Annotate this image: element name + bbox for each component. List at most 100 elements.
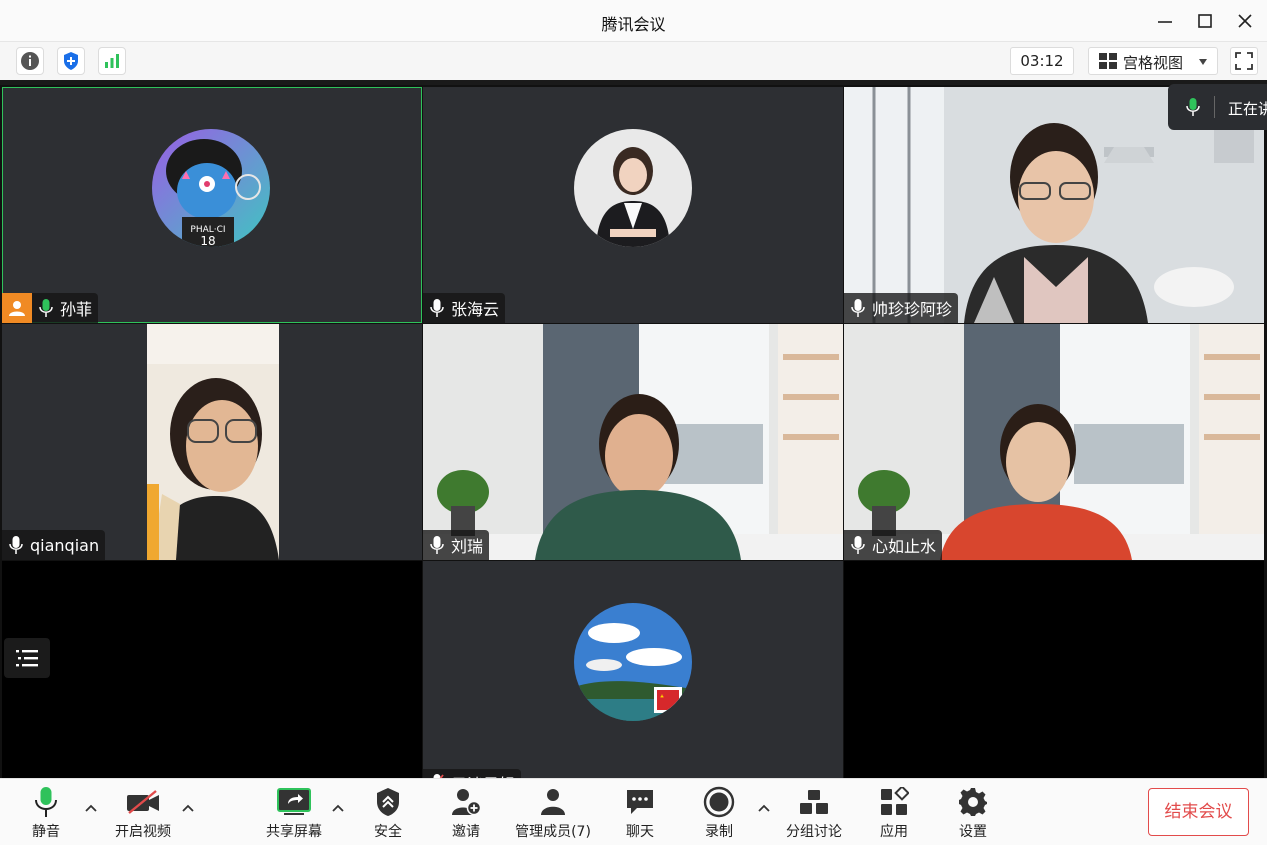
signal-icon: [105, 54, 119, 68]
list-icon: [16, 650, 38, 667]
members-icon: [541, 789, 565, 815]
participant-nametag: 张海云: [423, 293, 506, 323]
participant-name: 张海云: [451, 300, 500, 319]
mic-icon: [848, 535, 868, 555]
participant-avatar: [574, 129, 692, 247]
mute-label: 静音: [32, 824, 60, 840]
chat-button[interactable]: 聊天: [618, 785, 662, 843]
mic-icon: [6, 535, 26, 555]
security-button[interactable]: 安全: [366, 785, 410, 843]
record-button[interactable]: 录制: [697, 785, 741, 843]
participant-name: qianqian: [30, 535, 100, 555]
close-button[interactable]: [1232, 8, 1258, 34]
apps-label: 应用: [880, 824, 908, 840]
view-mode-select[interactable]: 宫格视图: [1088, 47, 1218, 75]
minimize-icon: [1158, 21, 1172, 23]
user-icon: [9, 301, 25, 316]
meeting-timer: 03:12: [1010, 47, 1074, 75]
participant-nametag: 心如止水: [844, 530, 943, 560]
mute-button[interactable]: 静音: [22, 785, 70, 843]
chevron-down-icon: [1199, 59, 1207, 65]
fullscreen-icon: [1235, 52, 1253, 70]
video-grid: PHAL·CI 18 孙菲 张海云 帅珍珍阿珍 qianqian 刘瑞 心如止水: [0, 80, 1267, 783]
participant-video: [844, 324, 1264, 560]
window-title: 腾讯会议: [601, 15, 666, 34]
participant-nametag: 刘瑞: [423, 530, 490, 560]
participant-tile[interactable]: PHAL·CI 18 孙菲: [2, 87, 422, 323]
fullscreen-button[interactable]: [1230, 47, 1258, 75]
mic-icon: [35, 787, 57, 817]
mic-icon: [427, 298, 447, 318]
share-screen-label: 共享屏幕: [266, 824, 322, 840]
breakout-rooms-button[interactable]: 分组讨论: [782, 785, 846, 843]
video-off-icon: [127, 790, 159, 814]
participant-nametag: qianqian: [2, 530, 106, 560]
participant-name: 心如止水: [872, 537, 937, 556]
start-video-button[interactable]: 开启视频: [108, 785, 178, 843]
chevron-up-icon[interactable]: [757, 801, 771, 815]
mic-active-icon: [1186, 98, 1200, 116]
minimize-button[interactable]: [1152, 8, 1178, 34]
record-icon: [703, 786, 735, 818]
shield-icon: [64, 52, 78, 70]
participant-name: 刘瑞: [451, 537, 484, 556]
empty-tile: [844, 561, 1264, 783]
close-icon: [1238, 14, 1252, 28]
invite-button[interactable]: 邀请: [444, 785, 488, 843]
settings-button[interactable]: 设置: [951, 785, 995, 843]
speaking-indicator[interactable]: 正在讲话: [1168, 84, 1267, 130]
add-user-icon: [452, 789, 481, 816]
shield-icon: [377, 788, 399, 816]
svg-text:18: 18: [200, 234, 215, 247]
participant-avatar: [574, 603, 692, 721]
security-label: 安全: [374, 824, 402, 840]
participant-tile[interactable]: 张海云: [423, 87, 843, 323]
share-screen-button[interactable]: 共享屏幕: [258, 785, 330, 843]
participant-name: 帅珍珍阿珍: [872, 300, 953, 319]
participant-video: [2, 324, 422, 560]
participant-nametag: 帅珍珍阿珍: [844, 293, 959, 323]
mic-icon: [848, 298, 868, 318]
settings-label: 设置: [959, 824, 987, 840]
share-screen-icon: [277, 788, 311, 815]
record-label: 录制: [705, 824, 733, 840]
gear-icon: [959, 788, 987, 816]
meeting-info-bar: 03:12 宫格视图: [0, 42, 1267, 80]
participant-name: 孙菲: [60, 300, 93, 319]
title-bar: 腾讯会议: [0, 0, 1267, 42]
chat-label: 聊天: [626, 824, 654, 840]
security-status-button[interactable]: [57, 47, 85, 75]
mic-active-icon: [36, 298, 56, 318]
participant-list-button[interactable]: [4, 638, 50, 678]
chevron-up-icon[interactable]: [331, 801, 345, 815]
divider: [1214, 96, 1215, 118]
participant-tile[interactable]: 刘瑞: [423, 324, 843, 560]
meeting-info-button[interactable]: [16, 47, 44, 75]
network-status-button[interactable]: [98, 47, 126, 75]
view-mode-label: 宫格视图: [1123, 54, 1184, 72]
maximize-icon: [1198, 14, 1212, 28]
meeting-toolbar: 静音 开启视频 共享屏幕 安全 邀请 管理成员(7) 聊天 录制 分组讨论 应用: [0, 778, 1267, 845]
participant-video: [423, 324, 843, 560]
participant-avatar: PHAL·CI 18: [152, 129, 270, 247]
empty-tile: [2, 561, 422, 783]
participant-tile[interactable]: 心如止水: [844, 324, 1264, 560]
manage-members-button[interactable]: 管理成员(7): [512, 785, 594, 843]
participant-nametag: 孙菲: [2, 293, 99, 323]
start-video-label: 开启视频: [115, 824, 171, 840]
breakout-rooms-label: 分组讨论: [786, 824, 842, 840]
maximize-button[interactable]: [1192, 8, 1218, 34]
chevron-up-icon[interactable]: [181, 801, 195, 815]
chat-icon: [627, 790, 653, 814]
grid-view-icon: [1099, 53, 1117, 69]
apps-icon: [881, 787, 909, 815]
chevron-up-icon[interactable]: [84, 801, 98, 815]
breakout-icon: [800, 790, 828, 814]
mic-icon: [427, 535, 447, 555]
apps-button[interactable]: 应用: [872, 785, 916, 843]
invite-label: 邀请: [452, 824, 480, 840]
participant-tile[interactable]: 云淡风轻: [423, 561, 843, 783]
end-meeting-button[interactable]: 结束会议: [1148, 788, 1249, 836]
participant-tile[interactable]: qianqian: [2, 324, 422, 560]
speaking-label: 正在讲话: [1228, 100, 1267, 118]
